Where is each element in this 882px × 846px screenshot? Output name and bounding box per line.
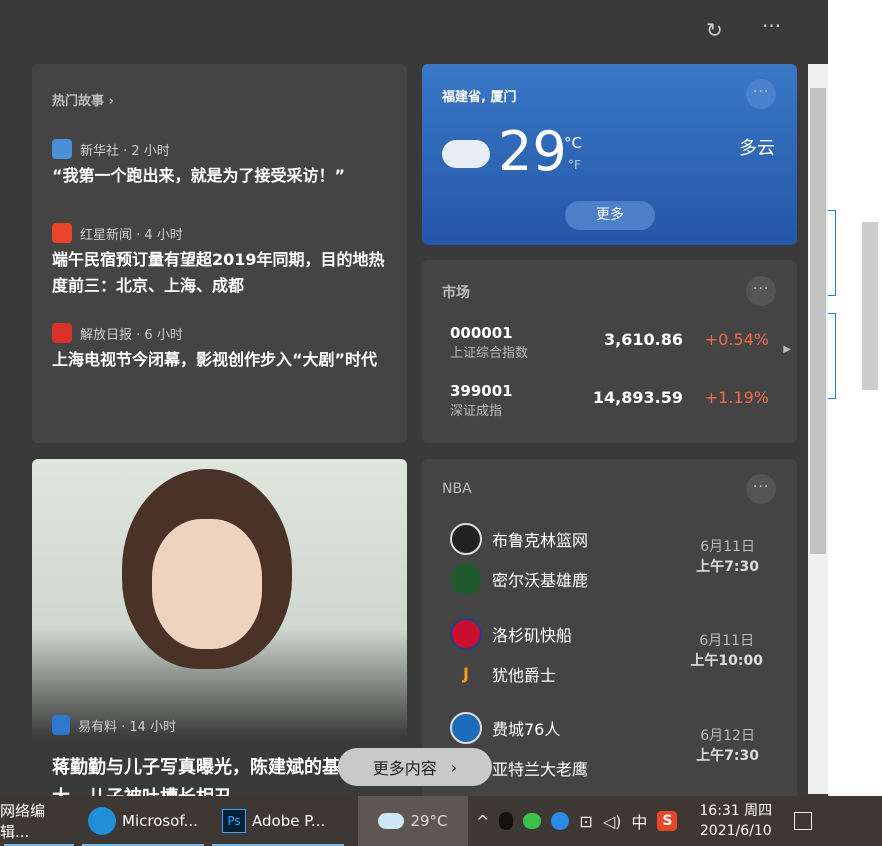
top-stories-title[interactable]: 热门故事 ›	[52, 90, 387, 109]
xinhua-icon	[52, 139, 72, 159]
team-row[interactable]: 费城76人	[450, 712, 560, 744]
volume-icon[interactable]: ◁)	[603, 812, 622, 831]
refresh-icon[interactable]: ↻	[706, 18, 723, 42]
story-item[interactable]: 解放日报 · 6 小时 上海电视节今闭幕，影视创作步入“大剧”时代	[52, 323, 387, 373]
nba-more-icon[interactable]: ···	[746, 474, 776, 504]
market-row[interactable]: 000001 上证综合指数 3,610.86 +0.54%	[450, 324, 769, 368]
more-content-button[interactable]: 更多内容›	[338, 748, 492, 786]
top-stories-card: 热门故事 › 新华社 · 2 小时 “我第一个跑出来，就是为了接受采访！” 红星…	[32, 64, 407, 443]
weather-location: 福建省, 厦门	[442, 86, 516, 105]
chevron-right-icon: ›	[451, 758, 457, 777]
clippers-logo-icon	[450, 618, 482, 650]
cloud-icon	[378, 813, 404, 829]
nba-card: NBA ··· 布鲁克林篮网 密尔沃基雄鹿 6月11日上午7:30 洛杉矶快船 …	[422, 459, 797, 796]
weather-temp: 29	[498, 122, 567, 182]
clock[interactable]: 16:31 周四2021/6/10	[699, 801, 772, 841]
background-window	[828, 0, 882, 796]
more-icon[interactable]: ···	[762, 14, 781, 38]
sogou-icon[interactable]: S	[657, 811, 677, 831]
system-tray: ^ ⊡ ◁) 中 S	[468, 796, 685, 846]
photo-face	[152, 519, 262, 649]
weather-more-icon[interactable]: ···	[746, 79, 776, 109]
weather-card[interactable]: 福建省, 厦门 ··· 29 °C °F 多云 更多	[422, 64, 797, 245]
taskbar-weather[interactable]: 29°C	[358, 796, 468, 846]
story-item[interactable]: 红星新闻 · 4 小时 端午民宿预订量有望超2019年同期，目的地热度前三：北京…	[52, 223, 387, 299]
taskbar: 网络编辑... Microsof... PsAdobe P... 29°C ^ …	[0, 796, 882, 846]
feishu-icon[interactable]	[551, 812, 569, 830]
scrollbar[interactable]	[808, 64, 828, 794]
photo-story-card[interactable]: 易有料 · 14 小时 蒋勤勤与儿子写真曝光，陈建斌的基因太强大，儿子被吐槽长相…	[32, 459, 407, 796]
team-row[interactable]: 密尔沃基雄鹿	[450, 563, 588, 595]
wechat-icon[interactable]	[523, 813, 541, 829]
network-icon[interactable]: ⊡	[579, 812, 592, 831]
hongxing-icon	[52, 223, 72, 243]
nets-logo-icon	[450, 523, 482, 555]
team-row[interactable]: J犹他爵士	[450, 658, 556, 690]
weather-condition: 多云	[739, 134, 775, 160]
background-scrollbar[interactable]	[862, 222, 878, 390]
market-title: 市场	[442, 282, 470, 302]
notification-icon[interactable]	[794, 812, 812, 830]
chevron-up-icon[interactable]: ^	[476, 812, 489, 831]
market-more-icon[interactable]: ···	[746, 276, 776, 306]
unit-celsius[interactable]: °C	[564, 134, 582, 152]
market-card: 市场 ··· 000001 上证综合指数 3,610.86 +0.54% 399…	[422, 260, 797, 443]
scrollbar-thumb[interactable]	[810, 88, 826, 554]
bucks-logo-icon	[450, 563, 482, 595]
qq-icon[interactable]	[499, 812, 513, 830]
unit-fahrenheit[interactable]: °F	[568, 158, 581, 172]
taskbar-app-edge[interactable]: Microsof...	[78, 796, 208, 846]
news-widget-panel: ↻ ··· 热门故事 › 新华社 · 2 小时 “我第一个跑出来，就是为了接受采…	[0, 0, 828, 796]
taskbar-app[interactable]: 网络编辑...	[0, 796, 78, 846]
team-row[interactable]: 洛杉矶快船	[450, 618, 572, 650]
game-time: 6月11日上午7:30	[696, 537, 759, 577]
jazz-logo-icon: J	[450, 658, 482, 690]
team-row[interactable]: 布鲁克林篮网	[450, 523, 588, 555]
next-arrow-icon[interactable]: ▶	[783, 344, 791, 355]
story-item[interactable]: 新华社 · 2 小时 “我第一个跑出来，就是为了接受采访！”	[52, 139, 387, 189]
ime-indicator[interactable]: 中	[631, 809, 647, 833]
76ers-logo-icon	[450, 712, 482, 744]
cloud-icon	[442, 140, 490, 168]
taskbar-app-photoshop[interactable]: PsAdobe P...	[208, 796, 348, 846]
weather-more-button[interactable]: 更多	[565, 201, 655, 230]
market-row[interactable]: 399001 深证成指 14,893.59 +1.19%	[450, 382, 769, 426]
game-time: 6月12日上午7:30	[696, 726, 759, 766]
jiefang-icon	[52, 323, 72, 343]
game-time: 6月11日上午10:00	[690, 631, 763, 671]
yiyouliao-icon	[52, 715, 70, 735]
nba-title: NBA	[442, 481, 472, 497]
edge-icon	[88, 807, 116, 835]
photoshop-icon: Ps	[222, 809, 246, 833]
